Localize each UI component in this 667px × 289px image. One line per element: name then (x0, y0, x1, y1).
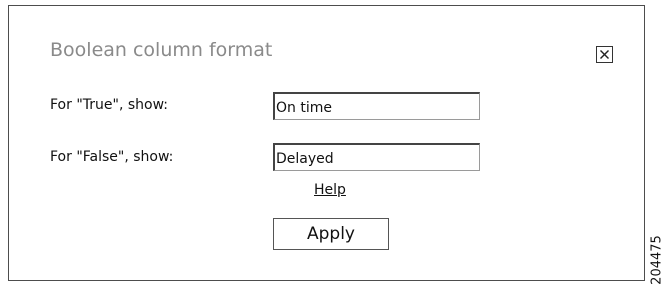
figure-id-text: 204475 (649, 235, 665, 285)
close-button[interactable] (596, 46, 613, 63)
true-label: For "True", show: (50, 97, 168, 113)
help-link[interactable]: Help (314, 182, 346, 198)
true-value-input[interactable] (273, 92, 480, 120)
boolean-format-dialog: Boolean column format For "True", show: … (8, 5, 645, 281)
close-icon (600, 50, 609, 59)
false-value-input[interactable] (273, 143, 480, 171)
dialog-title: Boolean column format (50, 39, 273, 61)
apply-button[interactable]: Apply (273, 218, 389, 250)
false-label: For "False", show: (50, 149, 174, 165)
figure-id: 204475 (648, 232, 666, 288)
